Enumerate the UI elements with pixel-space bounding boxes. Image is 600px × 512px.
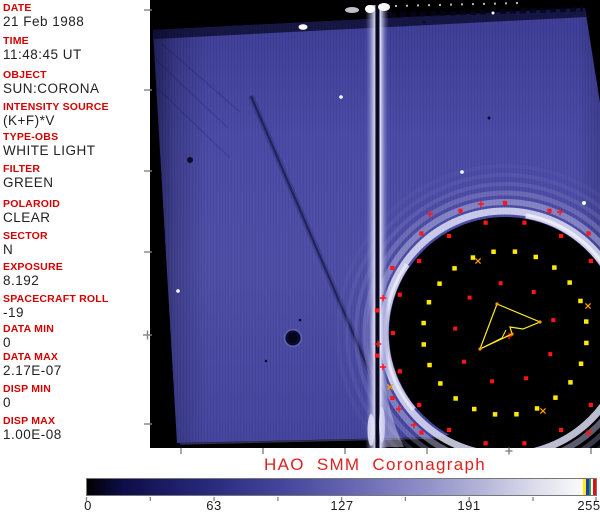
colorbar-tick-label: 255 — [577, 498, 600, 512]
field-value: GREEN — [3, 175, 54, 190]
field-label: INTENSITY SOURCE — [3, 101, 109, 113]
colorbar-tick-label: 191 — [457, 498, 481, 512]
field-value: 0 — [3, 335, 12, 350]
field-value: 11:48:45 UT — [3, 47, 82, 62]
metadata-sidebar: DATE 21 Feb 1988 TIME 11:48:45 UT OBJECT SU… — [0, 0, 148, 447]
colorbar — [86, 478, 597, 496]
metadata-field: DISP MIN 0 — [3, 383, 148, 410]
field-label: EXPOSURE — [3, 261, 63, 273]
field-label: POLAROID — [3, 198, 61, 210]
metadata-field: SECTOR N — [3, 230, 148, 257]
field-label: TIME — [3, 35, 29, 47]
field-label: DATE — [3, 2, 32, 14]
image-title: HAO SMM Coronagraph — [264, 455, 486, 474]
field-value: 1.00E-08 — [3, 427, 62, 442]
field-value: SUN:CORONA — [3, 81, 100, 96]
field-label: DATA MAX — [3, 351, 59, 363]
field-label: SPACECRAFT ROLL — [3, 293, 109, 305]
field-value: 2.17E-07 — [3, 363, 62, 378]
coronagraph-image-display[interactable] — [150, 0, 600, 448]
field-label: TYPE-OBS — [3, 131, 59, 143]
metadata-field: DATA MAX 2.17E-07 — [3, 351, 148, 378]
colorbar-tick-label: 0 — [84, 498, 92, 512]
metadata-field: TIME 11:48:45 UT — [3, 35, 148, 62]
metadata-field: POLAROID CLEAR — [3, 198, 148, 225]
metadata-field: DATE 21 Feb 1988 — [3, 2, 148, 29]
metadata-field: SPACECRAFT ROLL -19 — [3, 293, 148, 320]
field-label: DATA MIN — [3, 323, 54, 335]
metadata-field: OBJECT SUN:CORONA — [3, 69, 148, 96]
coronagraph-image — [150, 0, 600, 448]
field-value: N — [3, 242, 14, 257]
colorbar-tick-label: 63 — [206, 498, 222, 512]
field-value: 8.192 — [3, 273, 40, 288]
field-label: OBJECT — [3, 69, 47, 81]
field-value: (K+F)*V — [3, 113, 55, 128]
field-value: WHITE LIGHT — [3, 143, 96, 158]
metadata-field: DISP MAX 1.00E-08 — [3, 415, 148, 442]
metadata-field: DATA MIN 0 — [3, 323, 148, 350]
field-label: DISP MAX — [3, 415, 56, 427]
field-value: 21 Feb 1988 — [3, 14, 85, 29]
field-value: -19 — [3, 305, 25, 320]
colorbar-green-stripe — [588, 479, 591, 495]
field-label: FILTER — [3, 163, 41, 175]
colorbar-tick-label: 127 — [330, 498, 354, 512]
bottom-axis-ticks — [180, 447, 592, 455]
metadata-field: INTENSITY SOURCE (K+F)*V — [3, 101, 148, 128]
field-label: SECTOR — [3, 230, 48, 242]
field-label: DISP MIN — [3, 383, 52, 395]
metadata-field: FILTER GREEN — [3, 163, 148, 190]
metadata-field: TYPE-OBS WHITE LIGHT — [3, 131, 148, 158]
field-value: CLEAR — [3, 210, 51, 225]
smm-viewer-window: DATE 21 Feb 1988 TIME 11:48:45 UT OBJECT SU… — [0, 0, 600, 512]
colorbar-red-stripe — [592, 479, 596, 495]
field-value: 0 — [3, 395, 12, 410]
metadata-field: EXPOSURE 8.192 — [3, 261, 148, 288]
